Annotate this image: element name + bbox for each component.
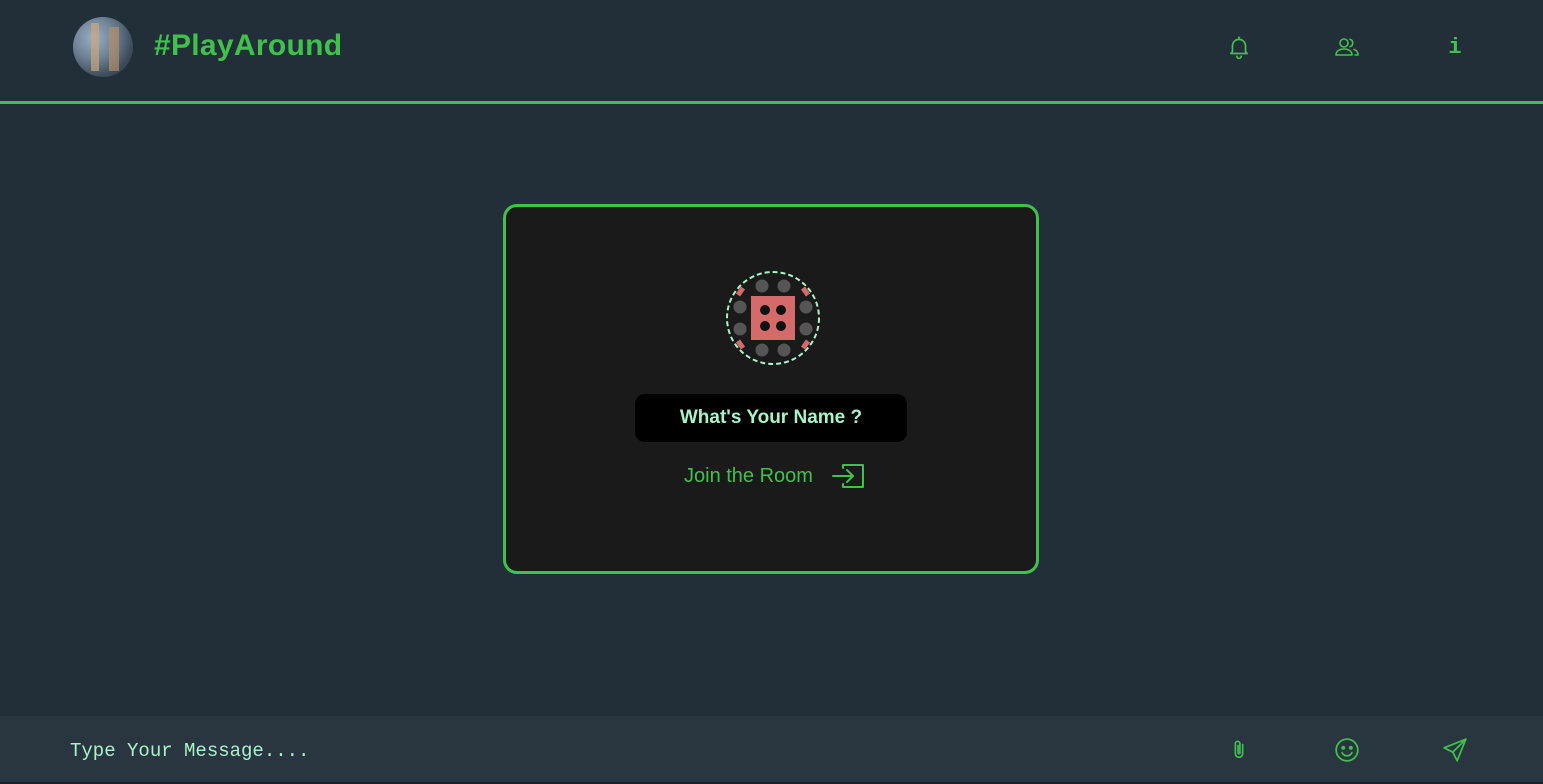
bell-icon[interactable] bbox=[1225, 33, 1253, 61]
join-room-card: Join the Room bbox=[503, 204, 1039, 574]
paperclip-icon[interactable] bbox=[1225, 736, 1253, 764]
info-glyph: i bbox=[1448, 34, 1462, 60]
app-title: #PlayAround bbox=[154, 29, 343, 62]
avatar[interactable] bbox=[73, 17, 133, 77]
message-input[interactable] bbox=[68, 734, 1172, 768]
app-header: #PlayAround i bbox=[0, 0, 1543, 104]
join-room-label: Join the Room bbox=[684, 465, 813, 487]
join-room-button[interactable]: Join the Room bbox=[684, 459, 867, 493]
send-icon[interactable] bbox=[1441, 736, 1469, 764]
name-input[interactable] bbox=[635, 394, 907, 442]
info-icon[interactable]: i bbox=[1441, 33, 1469, 61]
users-icon[interactable] bbox=[1333, 33, 1361, 61]
dice-logo-icon bbox=[724, 269, 822, 367]
message-bar bbox=[0, 716, 1543, 784]
smiley-icon[interactable] bbox=[1333, 736, 1361, 764]
enter-icon bbox=[831, 461, 867, 491]
